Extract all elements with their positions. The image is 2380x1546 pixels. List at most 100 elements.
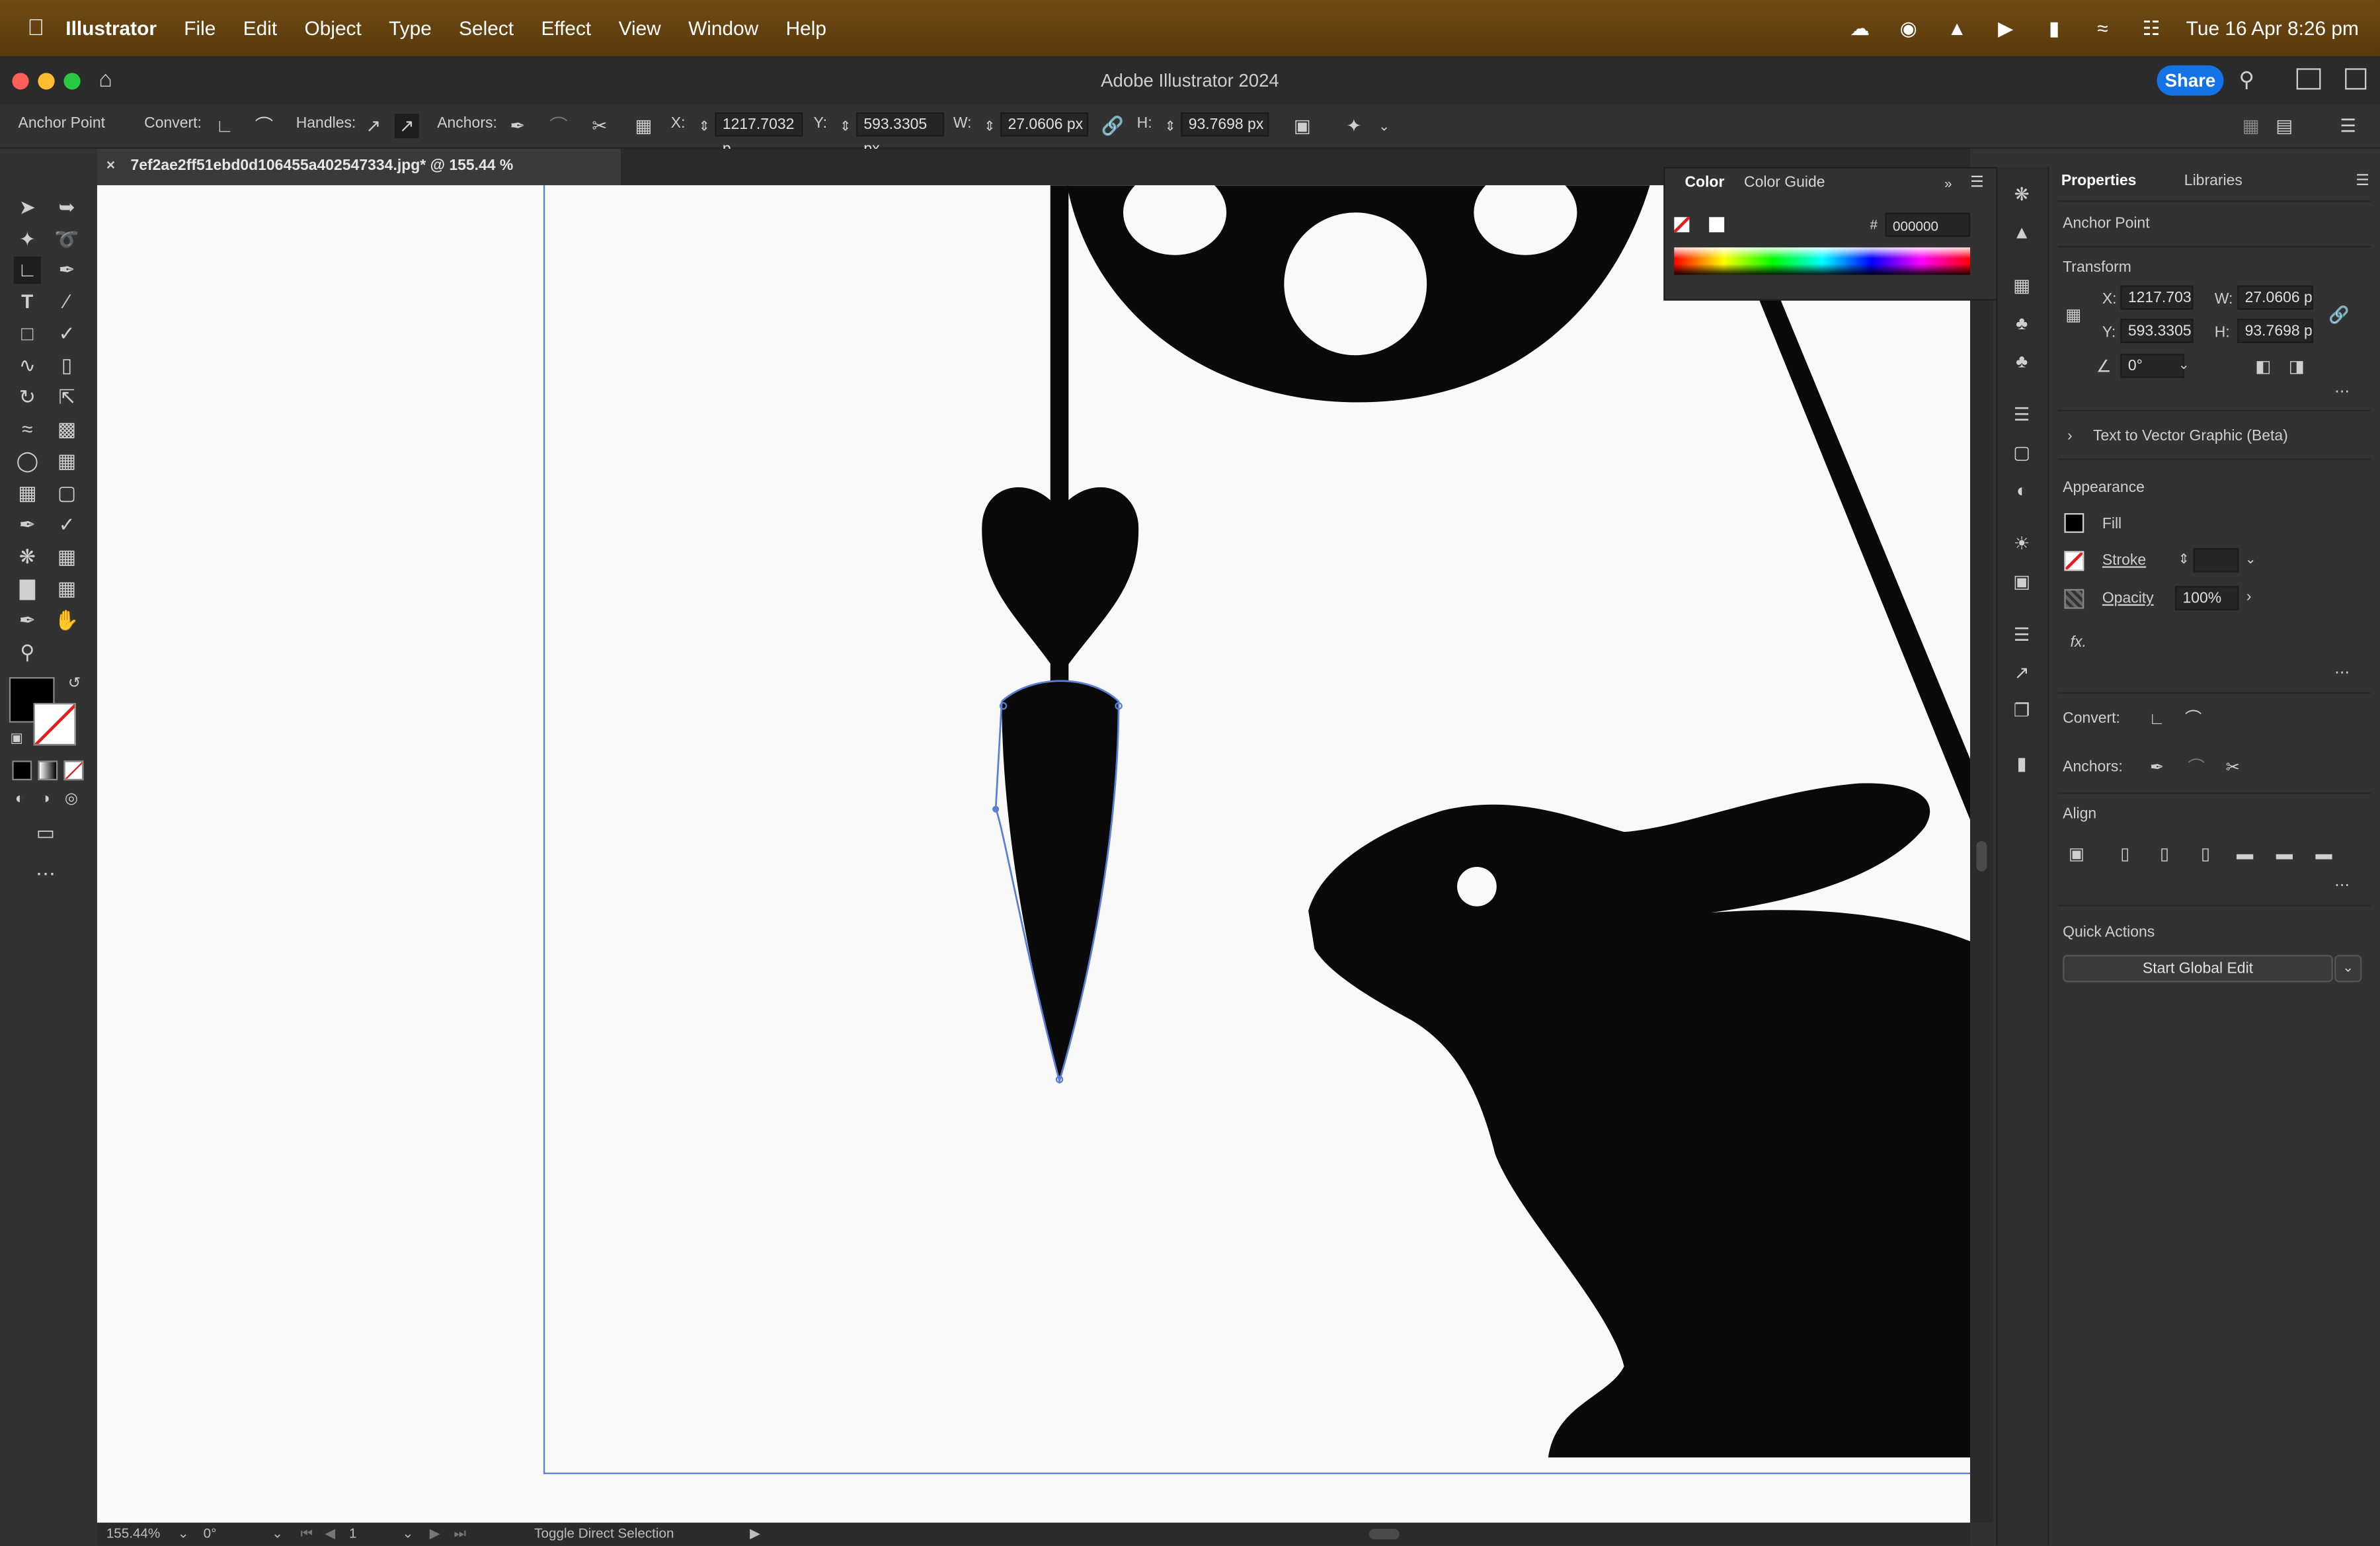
opacity-label[interactable]: Opacity: [2102, 590, 2154, 607]
paintbrush-tool-icon[interactable]: ✓: [53, 320, 80, 347]
transparency-icon[interactable]: ◐: [2010, 478, 2034, 503]
column-graph-tool-icon[interactable]: ▇: [14, 575, 41, 602]
align-top-icon[interactable]: ▬: [2233, 842, 2257, 867]
stroke-weight-field[interactable]: [2193, 548, 2239, 573]
perspective-grid-tool-icon[interactable]: ▦: [53, 448, 80, 475]
horizontal-scroll-thumb[interactable]: [1368, 1528, 1400, 1540]
show-handles-icon[interactable]: ↗: [361, 114, 385, 138]
appearance-icon[interactable]: ☀: [2010, 532, 2034, 556]
workspace-icon[interactable]: [2296, 68, 2321, 90]
gradient-tool-icon[interactable]: ▢: [53, 480, 80, 507]
menu-type[interactable]: Type: [389, 17, 432, 39]
rotate-tool-icon[interactable]: ↻: [14, 384, 41, 411]
hand-tool-icon[interactable]: ✋: [53, 607, 80, 634]
w-stepper-icon[interactable]: ⇕: [978, 114, 1002, 138]
align-center-horizontal-icon[interactable]: ▯: [2153, 842, 2177, 867]
none-swatch[interactable]: [1674, 217, 1690, 233]
stroke-label[interactable]: Stroke: [2102, 553, 2146, 569]
last-artboard-icon[interactable]: ⏭: [454, 1526, 466, 1542]
artwork[interactable]: [97, 185, 1971, 1523]
share-button[interactable]: Share: [2157, 65, 2224, 96]
graphic-styles-icon[interactable]: ▣: [2010, 569, 2034, 594]
layers-icon[interactable]: ☰: [2010, 622, 2034, 647]
gradient-panel-icon[interactable]: ▢: [2010, 440, 2034, 465]
h-field[interactable]: 93.7698 px: [1181, 112, 1269, 137]
selection-tool-icon[interactable]: ➤: [14, 194, 41, 222]
zoom-level[interactable]: 155.44%: [106, 1526, 161, 1541]
convert-corner-icon[interactable]: ∟: [212, 114, 237, 138]
arrange-icon[interactable]: ▦: [2239, 114, 2263, 138]
none-mode-swatch[interactable]: [63, 760, 84, 781]
more-transform-icon[interactable]: ⋯: [2334, 384, 2350, 401]
convert-smooth-icon[interactable]: ⌒: [252, 114, 276, 138]
next-artboard-icon[interactable]: ▶: [430, 1526, 440, 1542]
w-field[interactable]: 27.0606 px: [1000, 112, 1089, 137]
expand-chevron-icon[interactable]: ›: [2067, 428, 2073, 444]
warp-tool-icon[interactable]: ≈: [14, 416, 41, 443]
artboard-tool-icon[interactable]: ▦: [53, 575, 80, 602]
mesh-tool-icon[interactable]: ▦: [14, 480, 41, 507]
tab-libraries[interactable]: Libraries: [2184, 173, 2242, 190]
vertical-scrollbar[interactable]: [1970, 185, 1993, 1523]
close-tab-icon[interactable]: ×: [106, 149, 115, 185]
rotation-field[interactable]: 0°: [2120, 353, 2184, 378]
zoom-dropdown-icon[interactable]: ⌄: [178, 1526, 189, 1542]
menu-window[interactable]: Window: [688, 17, 758, 39]
slice-tool-icon[interactable]: ▦: [53, 544, 80, 571]
anchor-point[interactable]: [992, 805, 1000, 813]
more-appearance-icon[interactable]: ⋯: [2334, 665, 2350, 682]
prev-artboard-icon[interactable]: ◀: [325, 1526, 335, 1542]
text-to-vector-section[interactable]: Text to Vector Graphic (Beta): [2093, 428, 2288, 444]
stroke-swatch[interactable]: [33, 703, 76, 746]
connect-anchor-icon[interactable]: ⌒: [547, 114, 571, 138]
free-transform-tool-icon[interactable]: ▩: [53, 416, 80, 443]
color-mode-swatch[interactable]: [12, 760, 32, 781]
align-left-icon[interactable]: ▯: [2113, 842, 2137, 867]
white-swatch[interactable]: [1709, 217, 1725, 233]
heart-shape[interactable]: [982, 487, 1139, 677]
apple-menu-icon[interactable]: : [27, 15, 44, 41]
control-menu-icon[interactable]: ☰: [2336, 114, 2360, 138]
diagonal-string[interactable]: [1757, 288, 1971, 820]
global-edit-dropdown-icon[interactable]: ⌄: [2334, 955, 2362, 983]
pulley-wheel[interactable]: [1067, 185, 1650, 403]
magic-wand-tool-icon[interactable]: ✦: [14, 226, 41, 253]
scale-tool-icon[interactable]: ⇱: [53, 384, 80, 411]
edit-toolbar-icon[interactable]: ⋯: [32, 861, 59, 888]
rotation-dropdown-icon[interactable]: ⌄: [2178, 357, 2190, 374]
search-icon[interactable]: ⚲: [2239, 67, 2263, 91]
pen-tool-icon[interactable]: ✒: [53, 257, 80, 284]
prop-x-field[interactable]: 1217.703: [2120, 285, 2194, 310]
swatches-icon[interactable]: ▦: [2010, 273, 2034, 298]
h-stepper-icon[interactable]: ⇕: [1158, 114, 1183, 138]
screen-mode-icon[interactable]: ▭: [32, 820, 59, 847]
line-tool-icon[interactable]: ∕: [53, 288, 80, 315]
clock[interactable]: Tue 16 Apr 8:26 pm: [2186, 17, 2359, 39]
swap-fill-stroke-icon[interactable]: ↺: [61, 671, 88, 698]
dropdown-chevron-icon[interactable]: ⌄: [1372, 114, 1396, 138]
battery-icon[interactable]: ▮: [2040, 17, 2067, 38]
constrain-link-icon[interactable]: 🔗: [2327, 304, 2352, 328]
fill-color-swatch[interactable]: [2064, 513, 2084, 533]
align-center-vertical-icon[interactable]: ▬: [2272, 842, 2297, 867]
align-to-icon[interactable]: ▣: [2064, 842, 2088, 867]
remove-anchor-icon[interactable]: ✒: [506, 114, 530, 138]
direct-selection-tool-icon[interactable]: ➥: [53, 194, 80, 222]
rectangle-tool-icon[interactable]: □: [14, 320, 41, 347]
convert-smooth-icon[interactable]: ⌒: [2181, 708, 2205, 732]
carrot-shape[interactable]: [1002, 680, 1119, 1081]
artboards-icon[interactable]: ❐: [2010, 698, 2034, 723]
x-field[interactable]: 1217.7032 p: [715, 112, 803, 158]
eraser-tool-icon[interactable]: ▯: [53, 352, 80, 380]
flip-vertical-icon[interactable]: ◨: [2284, 355, 2309, 380]
remove-anchor-icon[interactable]: ✒: [2145, 756, 2169, 780]
y-field[interactable]: 593.3305 px: [855, 112, 945, 158]
eyedropper-tool-icon-2[interactable]: ✒: [14, 607, 41, 634]
draw-behind-icon[interactable]: ◑: [32, 786, 59, 813]
align-icon[interactable]: ▤: [2272, 114, 2297, 138]
collapse-panel-icon[interactable]: »: [1944, 176, 1952, 191]
arch-icon[interactable]: ▲: [1943, 17, 1970, 38]
blend-tool-icon[interactable]: ✓: [53, 512, 80, 539]
y-stepper-icon[interactable]: ⇕: [833, 114, 857, 138]
symbols-icon[interactable]: ♣: [2010, 311, 2034, 336]
